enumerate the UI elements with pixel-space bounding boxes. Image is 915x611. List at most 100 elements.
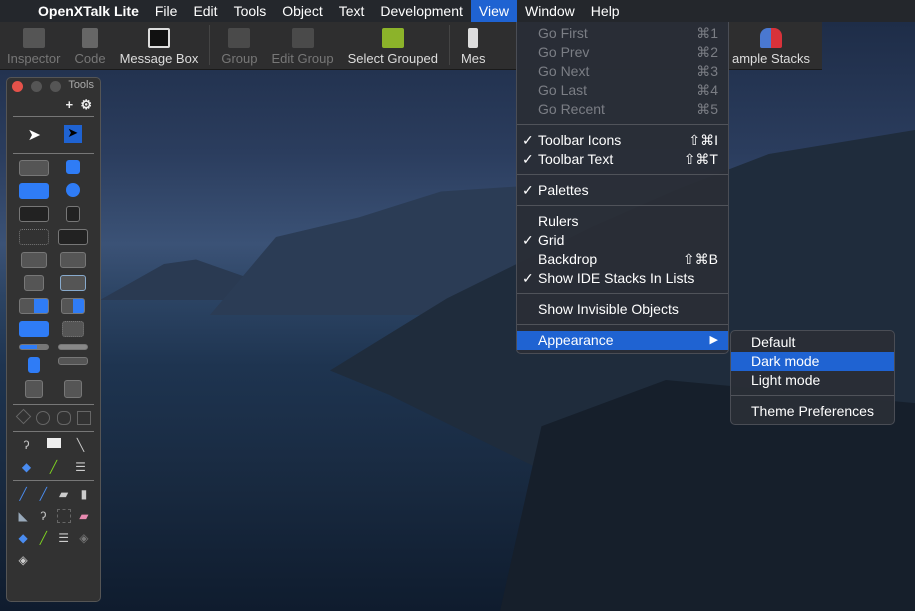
menu-edit[interactable]: Edit [185,0,225,22]
line-width-icon[interactable]: ☰ [58,531,69,545]
menu-item-dark-mode[interactable]: Dark mode [731,352,894,371]
lasso-polygon-tool-icon[interactable]: ◣ [19,509,28,523]
menu-item-go-first[interactable]: Go First ⌘1 [517,24,728,43]
pen-color-icon[interactable]: ╱ [40,531,47,545]
menu-item-appearance[interactable]: Appearance ▶ [517,331,728,350]
table-field-tool-icon[interactable] [59,252,86,268]
menu-object[interactable]: Object [274,0,330,22]
group-button[interactable]: Group [214,28,264,69]
checkmark-icon: ✓ [522,270,534,286]
rectangle-tool-icon[interactable] [76,411,91,425]
menu-item-light-mode[interactable]: Light mode [731,371,894,390]
pencil-tool-icon[interactable]: ╱ [20,487,27,501]
label-field-tool-icon[interactable] [19,229,50,245]
oval-tool-icon[interactable] [36,411,51,425]
apple-menu-icon[interactable] [0,0,30,22]
scrolling-field-tool-icon[interactable] [21,252,48,268]
menu-item-toolbar-icons[interactable]: ✓ Toolbar Icons ⇧⌘I [517,131,728,150]
radio-button-tool-icon[interactable] [65,183,80,197]
menu-item-theme-preferences[interactable]: Theme Preferences [731,402,894,421]
menu-item-backdrop[interactable]: Backdrop ⇧⌘B [517,250,728,269]
menu-file[interactable]: File [147,0,186,22]
menu-help[interactable]: Help [583,0,628,22]
menu-app[interactable]: OpenXTalk Lite [30,0,147,22]
menu-text[interactable]: Text [331,0,373,22]
edit-group-button[interactable]: Edit Group [264,28,340,69]
scrolling-list-tool-icon[interactable] [59,275,86,291]
submenu-arrow-icon: ▶ [709,334,718,346]
dropper-tool-icon[interactable]: ◈ [19,553,28,567]
line-width-icon[interactable]: ☰ [75,460,86,474]
menu-view[interactable]: View [470,0,517,22]
curve-polygon-tool-icon[interactable] [46,438,61,448]
tab-panel-tool-icon[interactable] [65,206,80,222]
list-field-tool-icon[interactable] [24,275,45,291]
menu-item-default[interactable]: Default [731,333,894,352]
checkbox-tool-icon[interactable] [65,160,80,174]
spray-tool-icon[interactable]: ▮ [81,487,88,501]
popup-menu-tool-icon[interactable] [61,321,84,337]
menu-separator [731,395,894,396]
pulldown-menu-tool-icon[interactable] [60,298,85,314]
scrollbar-tool-icon[interactable] [57,357,88,365]
menu-item-grid[interactable]: ✓ Grid [517,231,728,250]
zoom-icon[interactable] [50,81,61,92]
freehand-tool-icon[interactable]: ʔ [24,438,30,452]
menu-window[interactable]: Window [517,0,583,22]
combo-box-tool-icon[interactable] [19,321,50,337]
line-tool-icon[interactable]: ╲ [77,438,84,452]
image-tool-icon[interactable] [25,380,44,398]
rectangle-button-tool-icon[interactable] [19,206,50,222]
menu-development[interactable]: Development [372,0,471,22]
select-tool-icon[interactable] [56,509,71,523]
option-menu-tool-icon[interactable] [19,298,50,314]
checkmark-icon: ✓ [522,132,534,148]
fill-color-icon[interactable]: ◆ [22,460,31,474]
inspector-button[interactable]: Inspector [0,28,67,69]
menu-tools[interactable]: Tools [226,0,275,22]
pen-color-icon[interactable]: ╱ [50,460,57,474]
browse-tool-icon[interactable]: ➤ [28,125,41,145]
bucket-tool-icon[interactable]: ▰ [59,487,68,501]
menu-item-go-recent[interactable]: Go Recent ⌘5 [517,100,728,119]
default-button-tool-icon[interactable] [19,183,50,199]
toolbar-divider [448,25,450,65]
brush-tool-icon[interactable]: ╱ [40,487,47,501]
progress-bar-tool-icon[interactable] [19,344,50,350]
code-button[interactable]: Code [67,28,112,69]
stepper-tool-icon[interactable] [28,357,41,373]
polygon-tool-icon[interactable] [15,408,31,425]
menu-item-go-prev[interactable]: Go Prev ⌘2 [517,43,728,62]
close-icon[interactable] [12,81,23,92]
menu-item-show-ide-stacks[interactable]: ✓ Show IDE Stacks In Lists [517,269,728,288]
messages-button[interactable]: Mes [454,28,493,69]
menu-item-toolbar-text[interactable]: ✓ Toolbar Text ⇧⌘T [517,150,728,169]
menu-item-go-next[interactable]: Go Next ⌘3 [517,62,728,81]
round-rect-tool-icon[interactable] [56,411,71,425]
brush-shape-icon[interactable]: ◈ [79,531,88,545]
menu-item-show-invisible-objects[interactable]: Show Invisible Objects [517,300,728,319]
menu-bar: OpenXTalk Lite File Edit Tools Object Te… [0,0,915,22]
button-tool-icon[interactable] [19,160,50,176]
menu-item-palettes[interactable]: ✓ Palettes [517,181,728,200]
sample-stacks-button[interactable]: ample Stacks [732,28,810,69]
eraser-tool-icon[interactable]: ▰ [79,509,88,523]
palette-titlebar[interactable]: Tools [7,78,100,94]
minimize-icon[interactable] [31,81,42,92]
gear-icon[interactable]: ⚙ [80,97,92,112]
pointer-tool-icon[interactable]: ➤ [63,125,82,143]
text-field-tool-icon[interactable] [57,229,88,245]
menu-separator [517,174,728,175]
menu-item-rulers[interactable]: Rulers [517,212,728,231]
add-icon[interactable]: + [66,97,74,112]
message-box-button[interactable]: Message Box [113,28,206,69]
player-tool-icon[interactable] [63,380,82,398]
fill-color-icon[interactable]: ◆ [19,531,28,545]
menu-item-go-last[interactable]: Go Last ⌘4 [517,81,728,100]
select-grouped-button[interactable]: Select Grouped [341,28,445,69]
checkmark-icon: ✓ [522,182,534,198]
lasso-tool-icon[interactable]: ʔ [40,509,46,523]
slider-tool-icon[interactable] [57,344,88,350]
checkmark-icon: ✓ [522,232,534,248]
checkmark-icon: ✓ [522,151,534,167]
